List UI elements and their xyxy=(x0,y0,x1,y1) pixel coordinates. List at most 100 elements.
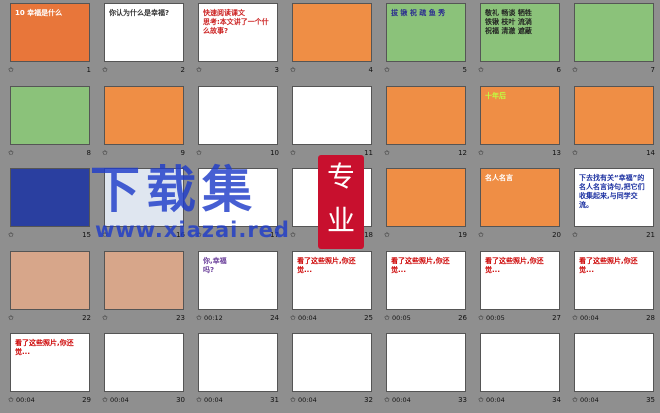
animation-star-icon[interactable]: ✩ xyxy=(8,66,14,74)
slide-thumbnail-22[interactable]: ✩ 22 xyxy=(5,248,99,331)
slide-thumbnail-5[interactable]: 拔 锹 祝 疏 鱼 秀 ✩ 5 xyxy=(381,0,475,83)
slide-number: 23 xyxy=(176,313,185,322)
slide-preview[interactable] xyxy=(480,333,560,393)
slide-thumbnail-1[interactable]: 10 幸福是什么 ✩ 1 xyxy=(5,0,99,83)
animation-star-icon[interactable]: ✩ xyxy=(8,396,14,404)
slide-thumbnail-35[interactable]: ✩ 00:04 35 xyxy=(569,330,660,413)
slide-thumbnail-6[interactable]: 敬礼 畅谈 牺牲 铁锹 枝叶 流淌 祝福 清澈 遮蔽 ✩ 6 xyxy=(475,0,569,83)
slide-preview[interactable] xyxy=(10,168,90,228)
slide-thumbnail-33[interactable]: ✩ 00:04 33 xyxy=(381,330,475,413)
slide-thumbnail-19[interactable]: ✩ 19 xyxy=(381,165,475,248)
slide-thumbnail-7[interactable]: ✩ 7 xyxy=(569,0,660,83)
slide-thumbnail-26[interactable]: 看了这些照片,你还觉... ✩ 00:05 26 xyxy=(381,248,475,331)
slide-thumbnail-3[interactable]: 快速阅读课文 思考:本文讲了一个什么故事? ✩ 3 xyxy=(193,0,287,83)
animation-star-icon[interactable]: ✩ xyxy=(384,149,390,157)
slide-thumbnail-8[interactable]: ✩ 8 xyxy=(5,83,99,166)
animation-star-icon[interactable]: ✩ xyxy=(196,396,202,404)
slide-thumbnail-29[interactable]: 看了这些照片,你还觉... ✩ 00:04 29 xyxy=(5,330,99,413)
animation-star-icon[interactable]: ✩ xyxy=(478,314,484,322)
slide-preview[interactable] xyxy=(10,250,90,310)
slide-preview[interactable] xyxy=(386,168,466,228)
animation-star-icon[interactable]: ✩ xyxy=(102,396,108,404)
slide-thumbnail-11[interactable]: ✩ 11 xyxy=(287,83,381,166)
slide-thumbnail-4[interactable]: ✩ 4 xyxy=(287,0,381,83)
slide-preview[interactable]: 下去找有关“幸福”的名人名言诗句,把它们收集起来,与同学交流。 xyxy=(574,168,654,228)
slide-preview[interactable]: 看了这些照片,你还觉... xyxy=(386,250,466,310)
slide-preview[interactable] xyxy=(198,333,278,393)
slide-thumbnail-24[interactable]: 你,幸福 吗? ✩ 00:12 24 xyxy=(193,248,287,331)
slide-preview[interactable]: 10 幸福是什么 xyxy=(10,3,90,62)
slide-meta: ✩ 00:04 34 xyxy=(478,396,561,408)
animation-star-icon[interactable]: ✩ xyxy=(290,396,296,404)
slide-preview[interactable]: 你,幸福 吗? xyxy=(198,250,278,310)
animation-star-icon[interactable]: ✩ xyxy=(572,314,578,322)
slide-thumbnail-2[interactable]: 你认为什么是幸福? ✩ 2 xyxy=(99,0,193,83)
slide-meta: ✩ 23 xyxy=(102,314,185,326)
slide-preview[interactable]: 敬礼 畅谈 牺牲 铁锹 枝叶 流淌 祝福 清澈 遮蔽 xyxy=(480,3,560,62)
slide-thumbnail-25[interactable]: 看了这些照片,你还觉... ✩ 00:04 25 xyxy=(287,248,381,331)
slide-preview[interactable]: 看了这些照片,你还觉... xyxy=(480,250,560,310)
slide-preview[interactable]: 名人名言 xyxy=(480,168,560,228)
slide-preview[interactable] xyxy=(104,333,184,393)
slide-preview[interactable] xyxy=(104,250,184,310)
slide-thumbnail-31[interactable]: ✩ 00:04 31 xyxy=(193,330,287,413)
animation-star-icon[interactable]: ✩ xyxy=(102,66,108,74)
slide-preview[interactable] xyxy=(292,3,372,62)
slide-preview[interactable] xyxy=(574,85,654,145)
slide-preview[interactable]: 快速阅读课文 思考:本文讲了一个什么故事? xyxy=(198,3,278,62)
slide-thumbnail-34[interactable]: ✩ 00:04 34 xyxy=(475,330,569,413)
animation-star-icon[interactable]: ✩ xyxy=(8,231,14,239)
slide-thumbnail-28[interactable]: 看了这些照片,你还觉... ✩ 00:04 28 xyxy=(569,248,660,331)
animation-star-icon[interactable]: ✩ xyxy=(478,149,484,157)
slide-preview[interactable] xyxy=(104,85,184,145)
animation-star-icon[interactable]: ✩ xyxy=(572,231,578,239)
animation-star-icon[interactable]: ✩ xyxy=(384,396,390,404)
animation-star-icon[interactable]: ✩ xyxy=(8,149,14,157)
slide-thumbnail-32[interactable]: ✩ 00:04 32 xyxy=(287,330,381,413)
slide-preview[interactable]: 十年后 xyxy=(480,85,560,145)
slide-preview[interactable]: 拔 锹 祝 疏 鱼 秀 xyxy=(386,3,466,62)
slide-thumbnail-13[interactable]: 十年后 ✩ 13 xyxy=(475,83,569,166)
slide-preview[interactable] xyxy=(574,333,654,393)
slide-thumbnail-21[interactable]: 下去找有关“幸福”的名人名言诗句,把它们收集起来,与同学交流。 ✩ 21 xyxy=(569,165,660,248)
animation-star-icon[interactable]: ✩ xyxy=(290,314,296,322)
slide-preview[interactable]: 你认为什么是幸福? xyxy=(104,3,184,62)
slide-thumbnail-30[interactable]: ✩ 00:04 30 xyxy=(99,330,193,413)
slide-thumbnail-20[interactable]: 名人名言 ✩ 20 xyxy=(475,165,569,248)
slide-preview[interactable] xyxy=(386,85,466,145)
animation-star-icon[interactable]: ✩ xyxy=(572,396,578,404)
animation-star-icon[interactable]: ✩ xyxy=(384,314,390,322)
slide-preview[interactable]: 看了这些照片,你还觉... xyxy=(574,250,654,310)
animation-star-icon[interactable]: ✩ xyxy=(290,149,296,157)
slide-number: 20 xyxy=(552,231,561,240)
slide-thumbnail-15[interactable]: ✩ 15 xyxy=(5,165,99,248)
animation-star-icon[interactable]: ✩ xyxy=(196,66,202,74)
slide-thumbnail-14[interactable]: ✩ 14 xyxy=(569,83,660,166)
slide-preview[interactable]: 看了这些照片,你还觉... xyxy=(10,333,90,393)
animation-star-icon[interactable]: ✩ xyxy=(384,231,390,239)
slide-preview[interactable] xyxy=(292,85,372,145)
slide-preview[interactable] xyxy=(198,85,278,145)
animation-star-icon[interactable]: ✩ xyxy=(196,314,202,322)
animation-star-icon[interactable]: ✩ xyxy=(572,66,578,74)
animation-star-icon[interactable]: ✩ xyxy=(102,314,108,322)
slide-preview-text: 看了这些照片,你还觉... xyxy=(485,256,544,274)
animation-star-icon[interactable]: ✩ xyxy=(478,231,484,239)
slide-timing: 00:04 xyxy=(298,313,317,322)
animation-star-icon[interactable]: ✩ xyxy=(478,66,484,74)
slide-thumbnail-23[interactable]: ✩ 23 xyxy=(99,248,193,331)
slide-preview[interactable]: 看了这些照片,你还觉... xyxy=(292,250,372,310)
animation-star-icon[interactable]: ✩ xyxy=(290,66,296,74)
animation-star-icon[interactable]: ✩ xyxy=(290,231,296,239)
animation-star-icon[interactable]: ✩ xyxy=(478,396,484,404)
slide-meta: ✩ 14 xyxy=(572,149,655,161)
animation-star-icon[interactable]: ✩ xyxy=(384,66,390,74)
slide-preview[interactable] xyxy=(386,333,466,393)
slide-preview[interactable] xyxy=(10,85,90,145)
slide-thumbnail-27[interactable]: 看了这些照片,你还觉... ✩ 00:05 27 xyxy=(475,248,569,331)
slide-preview[interactable] xyxy=(292,333,372,393)
slide-thumbnail-12[interactable]: ✩ 12 xyxy=(381,83,475,166)
animation-star-icon[interactable]: ✩ xyxy=(572,149,578,157)
animation-star-icon[interactable]: ✩ xyxy=(8,314,14,322)
slide-preview[interactable] xyxy=(574,3,654,62)
